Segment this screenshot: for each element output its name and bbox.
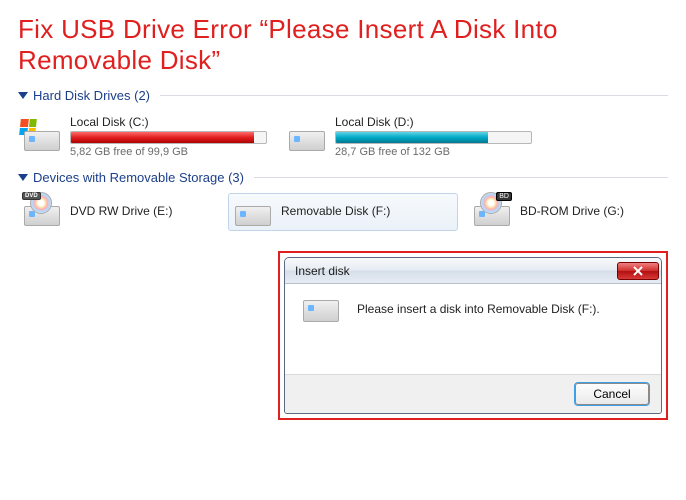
drive-dvd-rw[interactable]: DVD DVD RW Drive (E:) [18,193,218,231]
drive-name: Local Disk (C:) [70,115,267,129]
drive-name: DVD RW Drive (E:) [70,204,212,218]
dialog-titlebar[interactable]: Insert disk [285,258,661,284]
insert-disk-dialog: Insert disk Please insert a disk into Re… [284,257,662,414]
drive-name: Removable Disk (F:) [281,204,451,218]
drive-stats: 28,7 GB free of 132 GB [335,146,532,158]
removable-drive-icon [303,300,339,362]
section-header-hdd[interactable]: Hard Disk Drives (2) [18,88,668,103]
removable-drive-icon [235,198,271,226]
cancel-button[interactable]: Cancel [575,383,649,405]
close-button[interactable] [617,262,659,280]
close-icon [633,266,643,276]
dialog-message: Please insert a disk into Removable Disk… [357,300,643,362]
section-title: Hard Disk Drives (2) [33,88,150,103]
drive-stats: 5,82 GB free of 99,9 GB [70,146,267,158]
drive-local-c[interactable]: Local Disk (C:) 5,82 GB free of 99,9 GB [18,111,273,162]
drive-name: BD-ROM Drive (G:) [520,204,632,218]
drive-bd-rom[interactable]: BD BD-ROM Drive (G:) [468,193,638,231]
capacity-bar [70,131,267,144]
hdd-icon [289,123,325,151]
drive-removable-f[interactable]: Removable Disk (F:) [228,193,458,231]
drive-local-d[interactable]: Local Disk (D:) 28,7 GB free of 132 GB [283,111,538,162]
optical-drive-icon: DVD [24,198,60,226]
caret-down-icon [18,92,28,99]
dialog-highlight-frame: Insert disk Please insert a disk into Re… [278,251,668,420]
bd-badge-icon: BD [496,192,512,201]
optical-drive-icon: BD [474,198,510,226]
divider [160,95,668,96]
drive-name: Local Disk (D:) [335,115,532,129]
section-title: Devices with Removable Storage (3) [33,170,244,185]
caret-down-icon [18,174,28,181]
removable-drives-row: DVD DVD RW Drive (E:) Removable Disk (F:… [18,193,668,231]
hdd-icon [24,123,60,151]
dvd-badge-icon: DVD [22,192,41,200]
section-header-removable[interactable]: Devices with Removable Storage (3) [18,170,668,185]
hdd-drives-row: Local Disk (C:) 5,82 GB free of 99,9 GB … [18,111,668,162]
divider [254,177,668,178]
dialog-body: Please insert a disk into Removable Disk… [285,284,661,374]
dialog-footer: Cancel [285,374,661,413]
page-title: Fix USB Drive Error “Please Insert A Dis… [18,14,668,76]
dialog-title: Insert disk [295,264,617,278]
capacity-bar [335,131,532,144]
